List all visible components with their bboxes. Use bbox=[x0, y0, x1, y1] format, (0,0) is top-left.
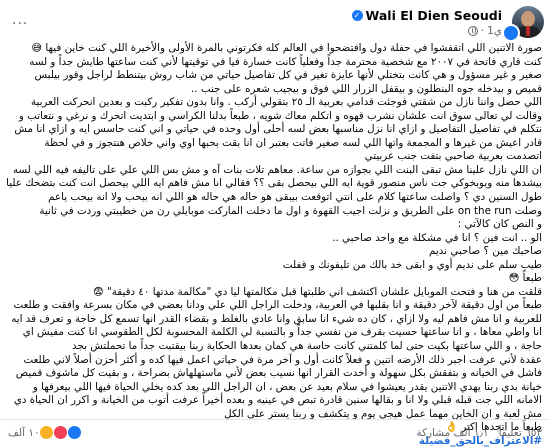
post-paragraph-6: و النص كان كالآتي : bbox=[457, 218, 542, 231]
reactions-summary[interactable]: ١٠ آلف bbox=[8, 425, 82, 440]
avatar-badge-icon bbox=[502, 24, 520, 42]
post-paragraph-13: عقدة لأني عرفت اجبر ذلك الأرضه اتنين و ف… bbox=[13, 353, 542, 420]
meta-separator: · bbox=[480, 24, 485, 37]
post-time[interactable]: 1ي bbox=[487, 25, 502, 37]
post-paragraph-12: طبعاً من اول دقيقة لآخر دقيقة و انا بقلب… bbox=[11, 299, 542, 353]
post-paragraph-8: صاحبك مين ؟ صاحبي نديم bbox=[429, 245, 542, 258]
post-paragraph-11: قلقت من هنا و فتحت الموبايل علشان اكتشف … bbox=[93, 285, 542, 298]
post-paragraph-3: اللي حصل واننا نازل من شقتي فوجئت قدامي … bbox=[14, 96, 542, 163]
post-paragraph-7: الو .. انت فين ؟ انا في مشكلة مع واحد صا… bbox=[332, 231, 542, 244]
post-meta: 1ي · bbox=[467, 24, 502, 37]
post-paragraph-5: وصلت on the run على الطريق و نزلت اجيب ا… bbox=[39, 204, 542, 217]
author-name[interactable]: Wali El Dien Seoudi bbox=[366, 8, 502, 23]
post-paragraph-9: طيب سلم على نديم أوي و ابقى خد بالك من ت… bbox=[282, 258, 542, 271]
verified-badge-icon: ✓ bbox=[351, 9, 363, 21]
post-content: صورة الاتنين اللي اتقفشوا في حفلة دول وا… bbox=[6, 42, 542, 448]
author-name-row: Wali El Dien Seoudi ✓ bbox=[351, 8, 502, 23]
more-options-icon[interactable]: ··· bbox=[12, 16, 28, 32]
post-footer: ١٠ آلف ٦٥٣ تعليقاً ١٫١ ألف مشاركة bbox=[0, 419, 550, 445]
post-header: Wali El Dien Seoudi ✓ 1ي · ··· bbox=[6, 4, 544, 42]
globe-icon bbox=[467, 25, 478, 36]
facebook-post: Wali El Dien Seoudi ✓ 1ي · ··· صورة الات… bbox=[0, 0, 550, 448]
post-paragraph-2: كنت قاري فاتحة في ٢٠٠٧ مع شخصية محترمة ج… bbox=[29, 55, 542, 95]
post-paragraph-4: ان اللي نازل علينا مش تبقى البنت اللي بج… bbox=[6, 163, 542, 204]
comments-count[interactable]: ٦٥٣ تعليقاً bbox=[499, 427, 542, 439]
post-paragraph-10: طبعاً 😳 bbox=[508, 272, 542, 285]
like-icon bbox=[66, 425, 82, 440]
sad-icon bbox=[38, 425, 54, 440]
author-avatar[interactable] bbox=[502, 6, 544, 42]
engagement-counts: ٦٥٣ تعليقاً ١٫١ ألف مشاركة bbox=[416, 427, 542, 439]
shares-count[interactable]: ١٫١ ألف مشاركة bbox=[416, 427, 488, 439]
post-paragraph-1: صورة الاتنين اللي اتقفشوا في حفلة دول وا… bbox=[31, 42, 542, 54]
reactions-count[interactable]: ١٠ آلف bbox=[8, 427, 40, 439]
author-block: Wali El Dien Seoudi ✓ 1ي · bbox=[351, 8, 502, 37]
love-icon bbox=[52, 425, 68, 440]
